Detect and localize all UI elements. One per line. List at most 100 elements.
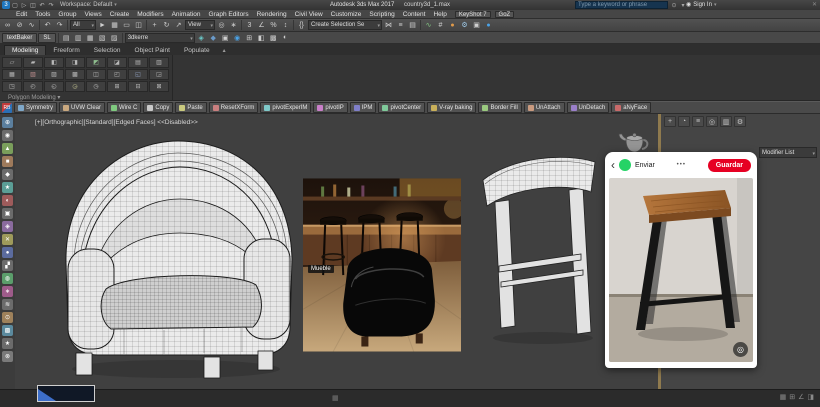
menu-item[interactable]: Modifiers [133, 11, 167, 18]
render-production-icon[interactable]: ● [483, 20, 494, 31]
script-button[interactable]: Copy [143, 102, 174, 113]
ribbon-button[interactable]: ▨ [44, 69, 64, 80]
select-and-scale-icon[interactable]: ↗ [173, 20, 184, 31]
select-object-icon[interactable]: ► [97, 20, 108, 31]
search-input[interactable]: Type a keyword or phrase [575, 1, 668, 9]
mirror-icon[interactable]: ⋈ [383, 20, 394, 31]
menu-item[interactable]: Civil View [291, 11, 327, 18]
select-and-move-icon[interactable]: + [149, 20, 160, 31]
search-icon[interactable]: ⊙ [670, 1, 678, 9]
tab-modeling[interactable]: Modeling [4, 45, 47, 55]
ribbon-button[interactable]: ▧ [23, 69, 43, 80]
script-button[interactable]: ResetXForm [208, 102, 259, 113]
curve-editor-icon[interactable]: ∿ [423, 20, 434, 31]
left-toolbar-icon[interactable]: ⊕ [2, 117, 13, 128]
redo-icon[interactable]: ↷ [47, 1, 55, 9]
tab-hierarchy[interactable]: ≡ [692, 116, 704, 127]
menu-item[interactable]: Customize [327, 11, 366, 18]
send-label[interactable]: Enviar [635, 162, 655, 169]
toolbar2-icon[interactable]: ▣ [220, 32, 231, 43]
rendered-frame-icon[interactable]: ▣ [471, 20, 482, 31]
ribbon-button[interactable]: ◰ [107, 69, 127, 80]
tab-modify[interactable]: ◔ [678, 116, 690, 127]
tab-utilities[interactable]: ⚙ [734, 116, 746, 127]
angle-snap-icon[interactable]: ∠ [256, 20, 267, 31]
close-icon[interactable]: ✕ [812, 1, 817, 8]
tab-object-paint[interactable]: Object Paint [128, 46, 177, 55]
ribbon-button[interactable]: ◨ [65, 57, 85, 68]
back-icon[interactable]: ‹ [611, 159, 615, 171]
container-icon[interactable]: ▥ [73, 32, 84, 43]
script-button[interactable]: aNyFace [611, 102, 652, 113]
left-toolbar-icon[interactable]: ▣ [2, 208, 13, 219]
open-file-icon[interactable]: ▷ [20, 1, 28, 9]
visual-search-icon[interactable]: ◎ [733, 342, 748, 357]
grid-toggle-icon[interactable]: ▦ [780, 393, 787, 401]
ribbon-minimize-icon[interactable]: ▴ [223, 47, 226, 55]
ribbon-button[interactable]: ◷ [86, 81, 106, 92]
ribbon-button[interactable]: ⊞ [107, 81, 127, 92]
ribbon-button[interactable]: ◧ [44, 57, 64, 68]
left-toolbar-icon[interactable]: ≋ [2, 299, 13, 310]
ribbon-button[interactable]: ▩ [65, 69, 85, 80]
container-icon[interactable]: ▧ [97, 32, 108, 43]
left-toolbar-icon[interactable]: ▲ [2, 143, 13, 154]
viewport[interactable]: [+][Orthographic][Standard][Edged Faces]… [15, 114, 658, 389]
percent-snap-icon[interactable]: % [268, 20, 279, 31]
named-selection-sets-icon[interactable]: {} [296, 20, 307, 31]
script-button[interactable]: Border Fill [478, 102, 522, 113]
left-toolbar-icon[interactable]: ◍ [2, 273, 13, 284]
tab-freeform[interactable]: Freeform [46, 46, 86, 55]
script-button[interactable]: pivotIP [313, 102, 348, 113]
ribbon-button[interactable]: ▦ [2, 69, 22, 80]
menu-item[interactable]: Rendering [253, 11, 291, 18]
left-toolbar-icon[interactable]: ◉ [2, 130, 13, 141]
toolbar2-icon[interactable]: ◉ [232, 32, 243, 43]
menu-item[interactable]: Content [399, 11, 430, 18]
script-button[interactable]: IPM [349, 102, 377, 113]
create-selection-set-dropdown[interactable]: Create Selection Se [308, 20, 382, 30]
app-logo[interactable]: 3 [2, 1, 10, 9]
menu-item[interactable]: Group [54, 11, 80, 18]
ribbon-button[interactable]: ⊠ [149, 81, 169, 92]
schematic-view-icon[interactable]: # [435, 20, 446, 31]
unlink-selection-icon[interactable]: ⊘ [14, 20, 25, 31]
menu-item[interactable]: Help [429, 11, 450, 18]
reference-photo-plane[interactable]: Mueble [302, 178, 465, 352]
toolbar2-icon[interactable]: ◐ [280, 32, 291, 43]
script-button[interactable]: UnDetach [566, 102, 610, 113]
pin-image[interactable]: ◎ [609, 178, 753, 362]
ribbon-button[interactable]: ◳ [2, 81, 22, 92]
sl-button[interactable]: SL [38, 32, 56, 43]
menu-item[interactable]: Create [106, 11, 134, 18]
wireframe-armchair-model[interactable] [54, 131, 306, 383]
reference-coordinate-dropdown[interactable]: View [185, 20, 215, 30]
ribbon-button[interactable]: ◩ [86, 57, 106, 68]
angle-icon[interactable]: ∠ [798, 393, 804, 401]
left-toolbar-icon[interactable]: ◐ [2, 195, 13, 206]
script-button[interactable]: pivotExperIM [260, 102, 312, 113]
ribbon-button[interactable]: ◪ [107, 57, 127, 68]
menu-item[interactable]: Edit [12, 11, 31, 18]
toolbar2-icon[interactable]: ▩ [268, 32, 279, 43]
tab-selection[interactable]: Selection [87, 46, 128, 55]
ribbon-button[interactable]: ⊟ [128, 81, 148, 92]
rectangular-selection-icon[interactable]: ▭ [121, 20, 132, 31]
save-pin-button[interactable]: Guardar [707, 158, 751, 172]
menu-item[interactable]: Scripting [365, 11, 398, 18]
new-scene-icon[interactable]: ▢ [11, 1, 19, 9]
use-pivot-center-icon[interactable]: ◎ [216, 20, 227, 31]
script-button[interactable]: Wire C [107, 102, 142, 113]
toolbar2-icon[interactable]: ◧ [256, 32, 267, 43]
more-options-icon[interactable]: ••• [659, 162, 704, 168]
script-button[interactable]: Symmetry [14, 102, 57, 113]
ribbon-button[interactable]: ▥ [149, 57, 169, 68]
snaps-toggle-icon[interactable]: 3 [244, 20, 255, 31]
tab-populate[interactable]: Populate [177, 46, 217, 55]
ribbon-button[interactable]: ◲ [149, 69, 169, 80]
spinner-snap-icon[interactable]: ↕ [280, 20, 291, 31]
redo-icon[interactable]: ↷ [54, 20, 65, 31]
menu-item[interactable]: Views [80, 11, 105, 18]
left-toolbar-icon[interactable]: ▞ [2, 260, 13, 271]
left-toolbar-icon[interactable]: ★ [2, 338, 13, 349]
